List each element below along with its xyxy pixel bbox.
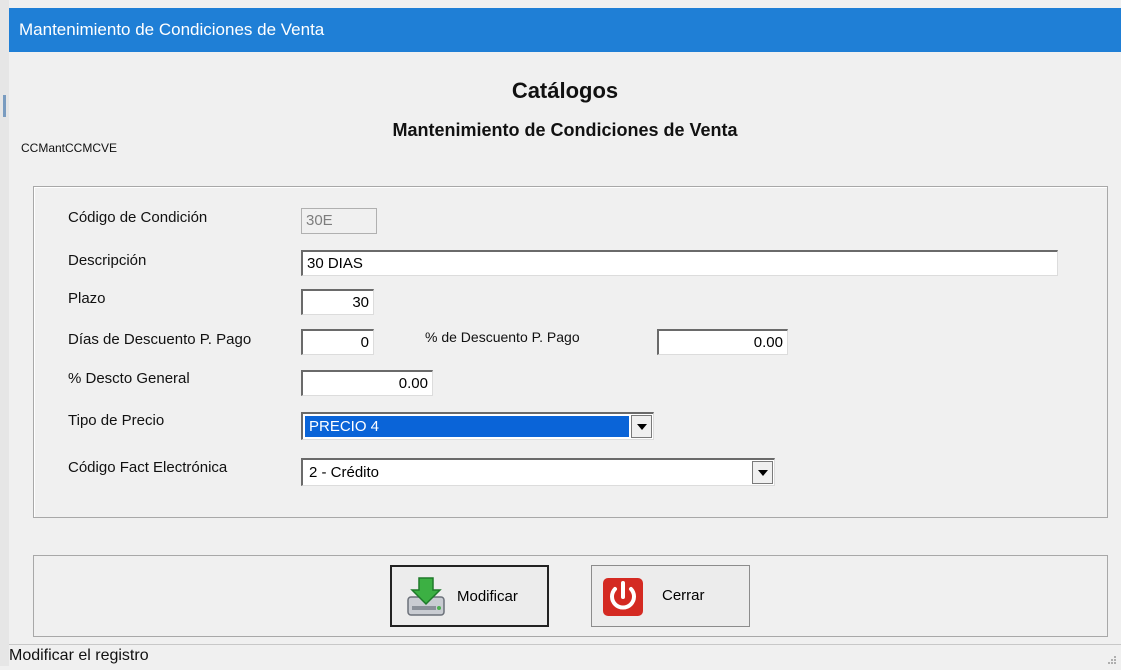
dias-descuento-label: Días de Descuento P. Pago: [68, 331, 252, 348]
power-off-icon: [601, 574, 645, 618]
page-title: Catálogos: [511, 78, 619, 103]
plazo-field[interactable]: 30: [301, 289, 374, 315]
tipo-precio-select[interactable]: PRECIO 4: [301, 412, 654, 440]
codigo-fact-label: Código Fact Electrónica: [68, 459, 228, 476]
dialog-window: Mantenimiento de Condiciones de Venta Ca…: [9, 8, 1121, 666]
descripcion-label: Descripción: [68, 252, 147, 269]
pct-descuento-pp-label: % de Descuento P. Pago: [425, 329, 580, 345]
tipo-precio-value: PRECIO 4: [305, 416, 629, 437]
page-subtitle: Mantenimiento de Condiciones de Venta: [392, 120, 738, 140]
codigo-fact-select[interactable]: 2 - Crédito: [301, 458, 775, 486]
modificar-label: Modificar: [457, 588, 518, 605]
chevron-down-icon[interactable]: [631, 415, 652, 438]
resize-grip-icon[interactable]: [1107, 652, 1117, 664]
buttons-groupbox: [33, 555, 1108, 637]
window-titlebar[interactable]: Mantenimiento de Condiciones de Venta: [9, 8, 1121, 52]
modificar-button[interactable]: Modificar: [390, 565, 549, 627]
form-code-label: CCMantCCMCVE: [21, 141, 118, 155]
tipo-precio-label: Tipo de Precio: [68, 412, 165, 429]
window-title: Mantenimiento de Condiciones de Venta: [19, 20, 325, 39]
pct-descto-general-label: % Descto General: [68, 370, 190, 387]
pct-descuento-pp-field[interactable]: 0.00: [657, 329, 788, 355]
codigo-fact-value: 2 - Crédito: [309, 464, 380, 481]
cerrar-label: Cerrar: [662, 587, 705, 604]
chevron-down-icon[interactable]: [752, 461, 773, 484]
cerrar-button[interactable]: Cerrar: [591, 565, 750, 627]
status-bar: Modificar el registro: [9, 644, 1121, 667]
plazo-label: Plazo: [68, 290, 106, 307]
dias-descuento-field[interactable]: 0: [301, 329, 374, 355]
background-window-edge: [0, 0, 9, 666]
codigo-condicion-field: 30E: [301, 208, 377, 234]
status-text: Modificar el registro: [9, 647, 149, 664]
descripcion-field[interactable]: 30 DIAS: [301, 250, 1058, 276]
edge-mark: [3, 95, 6, 117]
pct-descto-general-field[interactable]: 0.00: [301, 370, 433, 396]
save-drive-green-arrow-icon: [404, 575, 448, 619]
codigo-condicion-label: Código de Condición: [68, 209, 208, 226]
